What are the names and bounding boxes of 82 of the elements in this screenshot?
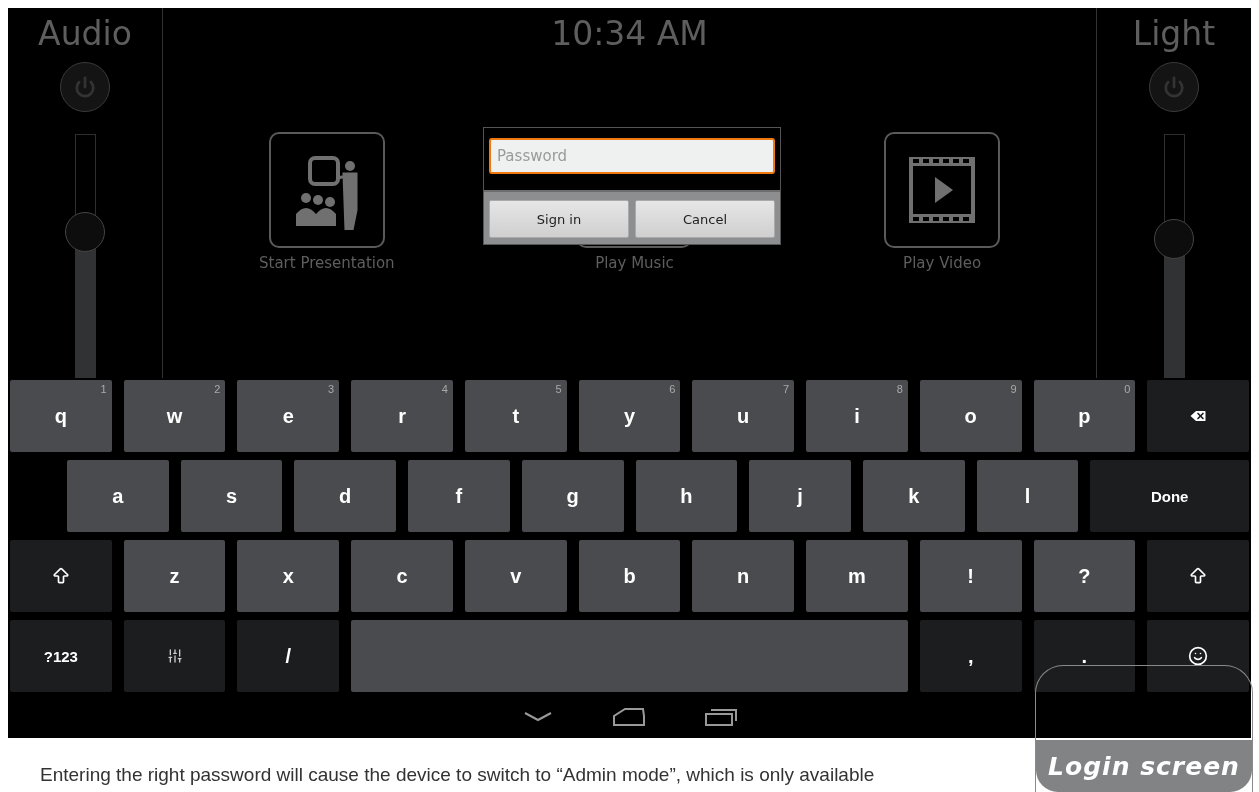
power-icon bbox=[74, 76, 96, 98]
tile-button[interactable] bbox=[884, 132, 1001, 248]
recents-icon bbox=[704, 708, 737, 726]
keyboard-key[interactable]: x bbox=[237, 540, 340, 612]
power-button[interactable] bbox=[60, 62, 110, 112]
slider-thumb[interactable] bbox=[65, 211, 105, 252]
key-hint: 7 bbox=[782, 383, 790, 395]
clock: 10:34 AM bbox=[551, 14, 708, 54]
password-field[interactable]: Password bbox=[489, 138, 775, 174]
keyboard-key[interactable]: m bbox=[806, 540, 908, 612]
keyboard-key[interactable]: s bbox=[180, 460, 283, 532]
keyboard-key[interactable]: d bbox=[294, 460, 397, 532]
keyboard-key[interactable]: ! bbox=[919, 540, 1022, 612]
keyboard-key[interactable]: ? bbox=[1033, 540, 1136, 612]
key-hint: 6 bbox=[669, 383, 676, 395]
emoji-key[interactable] bbox=[1147, 620, 1249, 692]
keyboard-key[interactable]: k bbox=[862, 460, 965, 532]
keyboard-key[interactable]: u 7 bbox=[692, 380, 795, 452]
keyboard-key[interactable]: b bbox=[578, 540, 681, 612]
keyboard-key[interactable]: . bbox=[1033, 620, 1136, 692]
keyboard-key[interactable]: c bbox=[351, 540, 453, 612]
keyboard-key[interactable]: i 8 bbox=[806, 380, 908, 452]
settings-icon bbox=[166, 648, 183, 664]
shift-key[interactable] bbox=[1147, 540, 1249, 612]
tile-label: Start Presentation bbox=[259, 254, 395, 272]
caption-text: Entering the right password will cause the device to switch to “Admin mode”, which is only available bbox=[40, 764, 875, 786]
keyboard-key[interactable]: w 2 bbox=[123, 380, 226, 452]
home-button[interactable] bbox=[612, 708, 645, 726]
dialog-button[interactable]: Cancel bbox=[635, 200, 775, 238]
key-hint: 4 bbox=[441, 383, 448, 395]
keyboard-key[interactable]: g bbox=[521, 460, 624, 532]
panel-title: Audio bbox=[38, 14, 132, 54]
keyboard-key[interactable]: f bbox=[408, 460, 510, 532]
key-hint: 5 bbox=[555, 383, 562, 395]
key-hint: 2 bbox=[214, 383, 221, 395]
tile-label: Play Music bbox=[595, 254, 674, 272]
slider-track[interactable] bbox=[1154, 134, 1194, 378]
done-key[interactable]: Done bbox=[1090, 460, 1249, 532]
keyboard-key[interactable]: r 4 bbox=[351, 380, 453, 452]
keyboard-key[interactable]: v bbox=[464, 540, 567, 612]
keyboard-key[interactable]: o 9 bbox=[919, 380, 1022, 452]
panel-title: Light bbox=[1132, 14, 1216, 54]
keyboard-key[interactable]: ?123 bbox=[10, 620, 112, 692]
slider-track[interactable] bbox=[65, 134, 105, 378]
keyboard-key[interactable]: z bbox=[123, 540, 226, 612]
film-play-icon bbox=[909, 157, 976, 223]
tile-button[interactable] bbox=[268, 132, 385, 248]
slider-thumb[interactable] bbox=[1154, 218, 1194, 259]
power-button[interactable] bbox=[1149, 62, 1199, 112]
backspace-key[interactable] bbox=[1147, 380, 1249, 452]
emoji-icon bbox=[1188, 646, 1209, 666]
space-bar[interactable] bbox=[351, 620, 908, 692]
keyboard-key[interactable]: l bbox=[976, 460, 1079, 532]
callout-label: Login screen bbox=[1036, 740, 1252, 792]
shift-key[interactable] bbox=[10, 540, 112, 612]
keyboard-key[interactable]: , bbox=[919, 620, 1022, 692]
key-hint: 8 bbox=[896, 383, 903, 395]
keyboard-key[interactable]: t 5 bbox=[464, 380, 567, 452]
tile-label: Play Video bbox=[903, 254, 982, 272]
key-label: Done bbox=[1150, 487, 1189, 505]
keyboard-key[interactable]: p 0 bbox=[1033, 380, 1136, 452]
keyboard-key[interactable]: q 1 bbox=[10, 380, 112, 452]
key-label: ?123 bbox=[43, 647, 78, 665]
recents-button[interactable] bbox=[704, 708, 737, 726]
settings-key[interactable] bbox=[123, 620, 226, 692]
keyboard-key[interactable]: h bbox=[635, 460, 738, 532]
home-icon bbox=[612, 708, 645, 726]
dialog-button[interactable]: Sign in bbox=[489, 200, 629, 238]
power-icon bbox=[1163, 76, 1185, 98]
key-hint: 0 bbox=[1124, 383, 1131, 395]
keyboard-key[interactable]: n bbox=[692, 540, 795, 612]
keyboard-key[interactable]: y 6 bbox=[578, 380, 681, 452]
back-button[interactable] bbox=[522, 711, 553, 723]
keyboard-key[interactable]: j bbox=[749, 460, 851, 532]
keyboard-key[interactable]: e 3 bbox=[237, 380, 340, 452]
key-hint: 3 bbox=[328, 383, 335, 395]
key-hint: 9 bbox=[1010, 383, 1017, 395]
keyboard-key[interactable]: a bbox=[66, 460, 169, 532]
chevron-down-icon bbox=[522, 711, 553, 723]
shift-icon bbox=[50, 566, 71, 586]
keyboard-key[interactable]: / bbox=[237, 620, 340, 692]
key-hint: 1 bbox=[100, 383, 107, 395]
